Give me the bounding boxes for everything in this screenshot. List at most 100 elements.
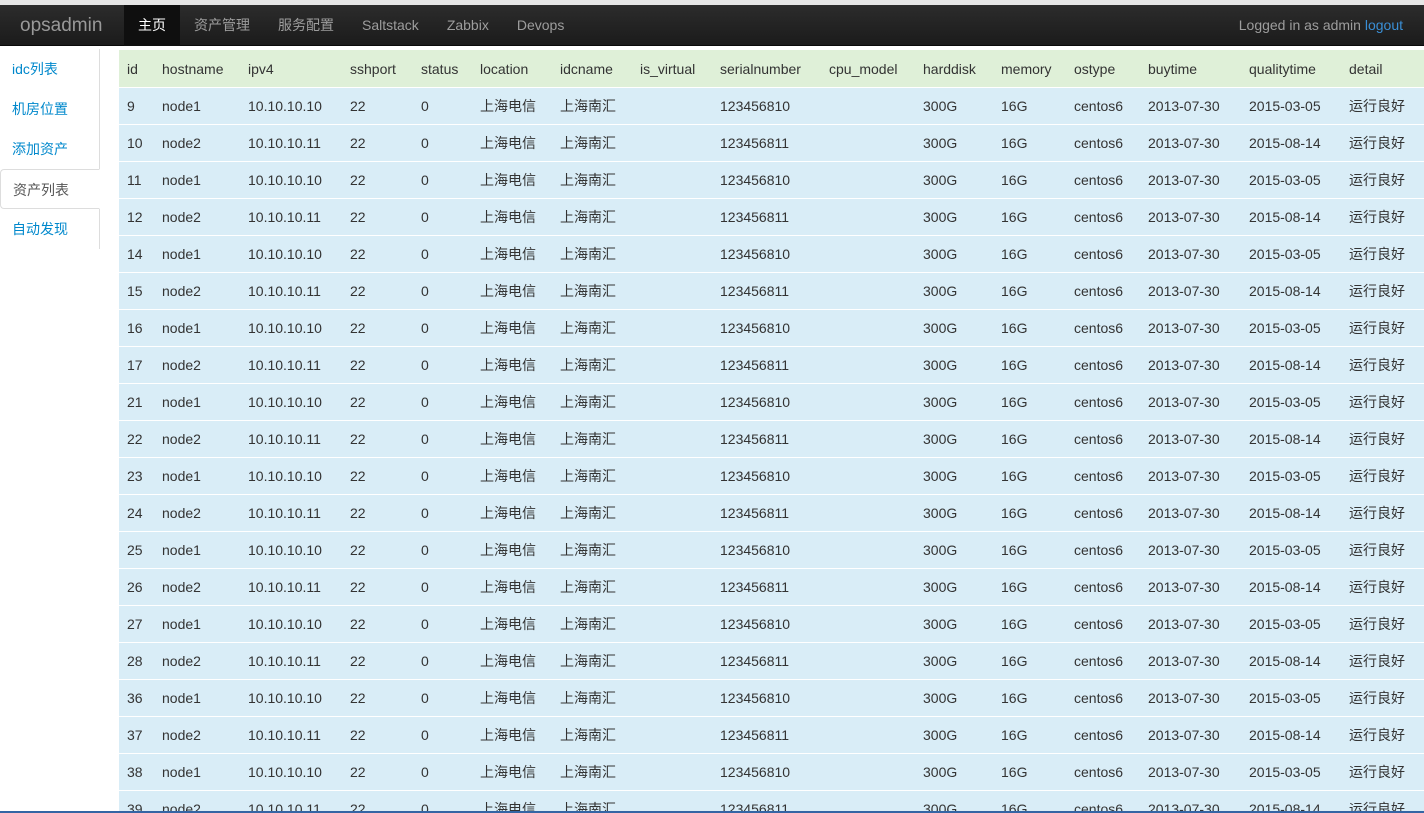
table-row[interactable]: 37 node2 10.10.10.11 22 0 上海电信 上海南汇 123456811 30… [119,716,1424,754]
table-row[interactable]: 12 node2 10.10.10.11 22 0 上海电信 上海南汇 123456811 30… [119,198,1424,236]
logged-in-text: Logged in as admin [1238,17,1365,33]
cell-hostname: node2 [154,790,240,813]
table-row[interactable]: 36 node1 10.10.10.10 22 0 上海电信 上海南汇 123456810 30… [119,679,1424,717]
cell-idcname: 上海南汇 [552,420,632,458]
cell-ipv4: 10.10.10.11 [240,124,342,162]
cell-memory: 16G [993,494,1066,532]
cell-serialnumber: 123456810 [712,753,821,791]
column-header-ostype: ostype [1066,50,1140,88]
cell-ostype: centos6 [1066,494,1140,532]
nav-item-asset-management[interactable]: 资产管理 [180,5,264,46]
column-header-is-virtual: is_virtual [632,50,712,88]
table-row[interactable]: 28 node2 10.10.10.11 22 0 上海电信 上海南汇 123456811 30… [119,642,1424,680]
table-row[interactable]: 39 node2 10.10.10.11 22 0 上海电信 上海南汇 123456811 30… [119,790,1424,813]
sidebar-item-room-location[interactable]: 机房位置 [0,89,100,129]
cell-detail: 运行良好 [1341,494,1424,532]
cell-hostname: node2 [154,642,240,680]
cell-detail: 运行良好 [1341,346,1424,384]
cell-location: 上海电信 [472,531,552,569]
table-row[interactable]: 11 node1 10.10.10.10 22 0 上海电信 上海南汇 123456810 30… [119,161,1424,199]
cell-id: 22 [119,420,154,458]
cell-id: 39 [119,790,154,813]
cell-cpu-model [821,457,915,495]
table-row[interactable]: 24 node2 10.10.10.11 22 0 上海电信 上海南汇 123456811 30… [119,494,1424,532]
table-row[interactable]: 23 node1 10.10.10.10 22 0 上海电信 上海南汇 123456810 30… [119,457,1424,495]
cell-qualitytime: 2015-08-14 [1241,790,1341,813]
logout-link[interactable]: logout [1365,17,1403,33]
cell-status: 0 [413,346,472,384]
cell-serialnumber: 123456810 [712,531,821,569]
cell-harddisk: 300G [915,605,993,643]
cell-ostype: centos6 [1066,346,1140,384]
column-header-serialnumber: serialnumber [712,50,821,88]
cell-cpu-model [821,346,915,384]
cell-location: 上海电信 [472,383,552,421]
table-row[interactable]: 21 node1 10.10.10.10 22 0 上海电信 上海南汇 123456810 30… [119,383,1424,421]
cell-serialnumber: 123456810 [712,87,821,125]
cell-status: 0 [413,531,472,569]
cell-qualitytime: 2015-08-14 [1241,272,1341,310]
cell-hostname: node1 [154,161,240,199]
cell-idcname: 上海南汇 [552,531,632,569]
table-row[interactable]: 27 node1 10.10.10.10 22 0 上海电信 上海南汇 123456810 30… [119,605,1424,643]
cell-memory: 16G [993,568,1066,606]
sidebar-item-auto-discovery[interactable]: 自动发现 [0,209,100,249]
cell-memory: 16G [993,87,1066,125]
nav-item-home[interactable]: 主页 [124,5,180,46]
cell-sshport: 22 [342,679,413,717]
cell-memory: 16G [993,642,1066,680]
table-row[interactable]: 9 node1 10.10.10.10 22 0 上海电信 上海南汇 123456810 300… [119,87,1424,125]
table-row[interactable]: 15 node2 10.10.10.11 22 0 上海电信 上海南汇 123456811 30… [119,272,1424,310]
cell-ipv4: 10.10.10.11 [240,198,342,236]
table-row[interactable]: 38 node1 10.10.10.10 22 0 上海电信 上海南汇 123456810 30… [119,753,1424,791]
cell-harddisk: 300G [915,457,993,495]
cell-harddisk: 300G [915,568,993,606]
cell-is-virtual [632,605,712,643]
cell-hostname: node1 [154,309,240,347]
cell-ostype: centos6 [1066,161,1140,199]
table-row[interactable]: 10 node2 10.10.10.11 22 0 上海电信 上海南汇 123456811 30… [119,124,1424,162]
cell-idcname: 上海南汇 [552,753,632,791]
sidebar-item-asset-list[interactable]: 资产列表 [0,169,100,209]
cell-cpu-model [821,642,915,680]
nav-item-zabbix[interactable]: Zabbix [433,5,503,46]
nav-item-saltstack[interactable]: Saltstack [348,5,433,46]
cell-buytime: 2013-07-30 [1140,642,1241,680]
table-row[interactable]: 26 node2 10.10.10.11 22 0 上海电信 上海南汇 123456811 30… [119,568,1424,606]
cell-ipv4: 10.10.10.11 [240,346,342,384]
cell-sshport: 22 [342,124,413,162]
table-row[interactable]: 25 node1 10.10.10.10 22 0 上海电信 上海南汇 123456810 30… [119,531,1424,569]
cell-memory: 16G [993,161,1066,199]
cell-hostname: node1 [154,605,240,643]
cell-location: 上海电信 [472,161,552,199]
cell-buytime: 2013-07-30 [1140,346,1241,384]
table-row[interactable]: 22 node2 10.10.10.11 22 0 上海电信 上海南汇 123456811 30… [119,420,1424,458]
cell-harddisk: 300G [915,124,993,162]
cell-location: 上海电信 [472,124,552,162]
cell-sshport: 22 [342,272,413,310]
cell-cpu-model [821,272,915,310]
cell-cpu-model [821,383,915,421]
table-row[interactable]: 17 node2 10.10.10.11 22 0 上海电信 上海南汇 123456811 30… [119,346,1424,384]
cell-status: 0 [413,124,472,162]
cell-sshport: 22 [342,642,413,680]
table-row[interactable]: 14 node1 10.10.10.10 22 0 上海电信 上海南汇 123456810 30… [119,235,1424,273]
cell-idcname: 上海南汇 [552,87,632,125]
cell-serialnumber: 123456810 [712,679,821,717]
sidebar-item-idc-list[interactable]: idc列表 [0,49,100,89]
cell-location: 上海电信 [472,346,552,384]
cell-idcname: 上海南汇 [552,605,632,643]
cell-serialnumber: 123456811 [712,642,821,680]
brand-logo[interactable]: opsadmin [20,5,102,46]
nav-item-devops[interactable]: Devops [503,5,578,46]
cell-location: 上海电信 [472,753,552,791]
cell-cpu-model [821,605,915,643]
cell-idcname: 上海南汇 [552,642,632,680]
cell-serialnumber: 123456811 [712,790,821,813]
sidebar-item-add-asset[interactable]: 添加资产 [0,129,100,169]
cell-serialnumber: 123456810 [712,161,821,199]
cell-ostype: centos6 [1066,531,1140,569]
cell-cpu-model [821,124,915,162]
nav-item-service-config[interactable]: 服务配置 [264,5,348,46]
table-row[interactable]: 16 node1 10.10.10.10 22 0 上海电信 上海南汇 123456810 30… [119,309,1424,347]
